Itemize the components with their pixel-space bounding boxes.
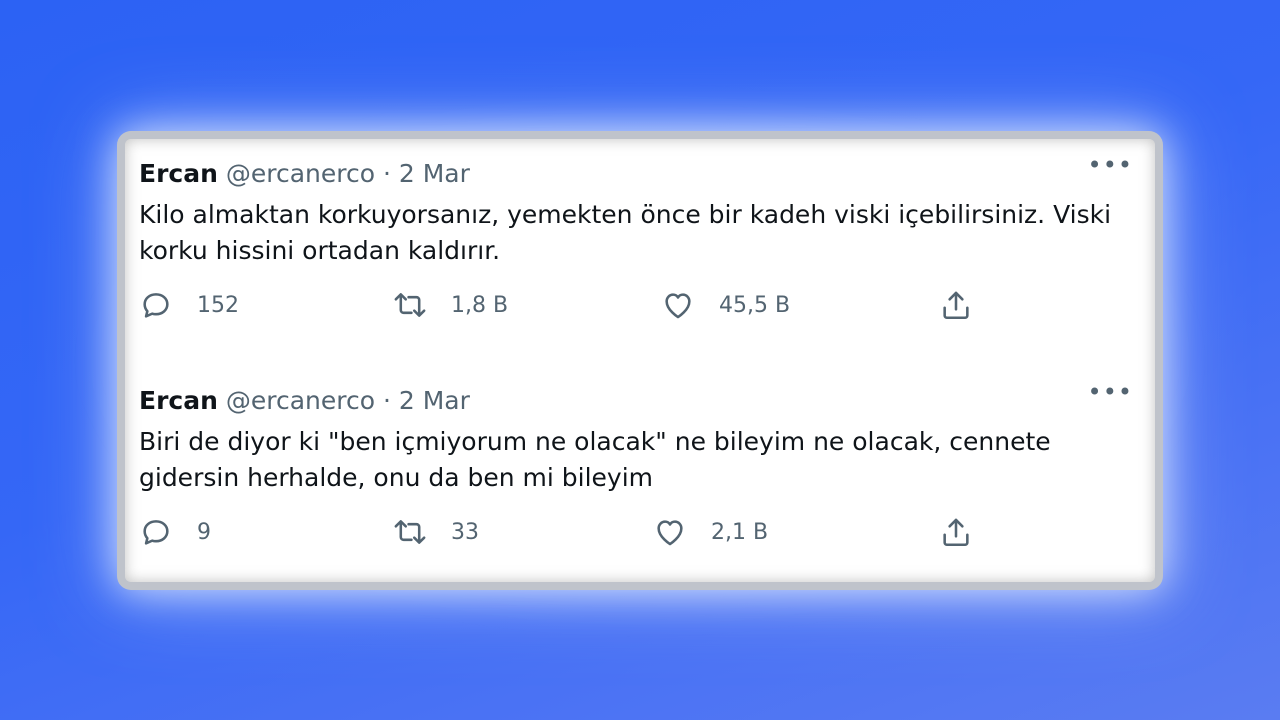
reply-count: 152 bbox=[197, 292, 239, 318]
separator: · bbox=[375, 386, 399, 415]
like-button[interactable]: 2,1 B bbox=[653, 512, 768, 552]
share-button[interactable] bbox=[939, 512, 973, 552]
reply-icon bbox=[143, 520, 169, 545]
share-button[interactable] bbox=[939, 285, 973, 325]
retweet-button[interactable]: 33 bbox=[393, 512, 479, 552]
retweet-icon bbox=[394, 520, 426, 544]
reply-icon bbox=[143, 293, 169, 318]
author-handle[interactable]: @ercanerco bbox=[226, 159, 375, 188]
heart-icon bbox=[665, 293, 691, 319]
retweet-button[interactable]: 1,8 B bbox=[393, 285, 508, 325]
reply-button[interactable]: 152 bbox=[139, 285, 239, 325]
share-icon bbox=[943, 518, 969, 547]
tweet-header: Ercan @ercanerco · 2 Mar bbox=[139, 386, 470, 416]
heart-icon bbox=[657, 520, 683, 546]
like-count: 2,1 B bbox=[711, 519, 769, 545]
reply-button[interactable]: 9 bbox=[139, 512, 211, 552]
like-button[interactable]: 45,5 B bbox=[661, 285, 790, 325]
tweet-card: Ercan @ercanerco · 2 Mar ••• Kilo almakt… bbox=[125, 139, 1155, 582]
tweet-date[interactable]: 2 Mar bbox=[399, 386, 470, 415]
tweet-actions: 9 33 2,1 B bbox=[125, 512, 1155, 552]
separator: · bbox=[375, 159, 399, 188]
tweet-actions: 152 1,8 B 45,5 B bbox=[125, 285, 1155, 325]
author-name[interactable]: Ercan bbox=[139, 159, 218, 188]
retweet-count: 33 bbox=[451, 519, 479, 545]
tweet-header: Ercan @ercanerco · 2 Mar bbox=[139, 159, 470, 189]
tweet-text: Kilo almaktan korkuyorsanız, yemekten ön… bbox=[139, 200, 1112, 265]
author-name[interactable]: Ercan bbox=[139, 386, 218, 415]
like-count: 45,5 B bbox=[719, 292, 791, 318]
tweet-text: Biri de diyor ki "ben içmiyorum ne olaca… bbox=[139, 427, 1051, 492]
tweet-date[interactable]: 2 Mar bbox=[399, 159, 470, 188]
retweet-count: 1,8 B bbox=[451, 292, 509, 318]
share-icon bbox=[943, 291, 969, 320]
author-handle[interactable]: @ercanerco bbox=[226, 386, 375, 415]
more-options-button[interactable]: ••• bbox=[1088, 380, 1133, 404]
tweet-screenshot-frame: Ercan @ercanerco · 2 Mar ••• Kilo almakt… bbox=[117, 131, 1163, 590]
reply-count: 9 bbox=[197, 519, 211, 545]
more-options-button[interactable]: ••• bbox=[1088, 153, 1133, 177]
retweet-icon bbox=[394, 293, 426, 317]
